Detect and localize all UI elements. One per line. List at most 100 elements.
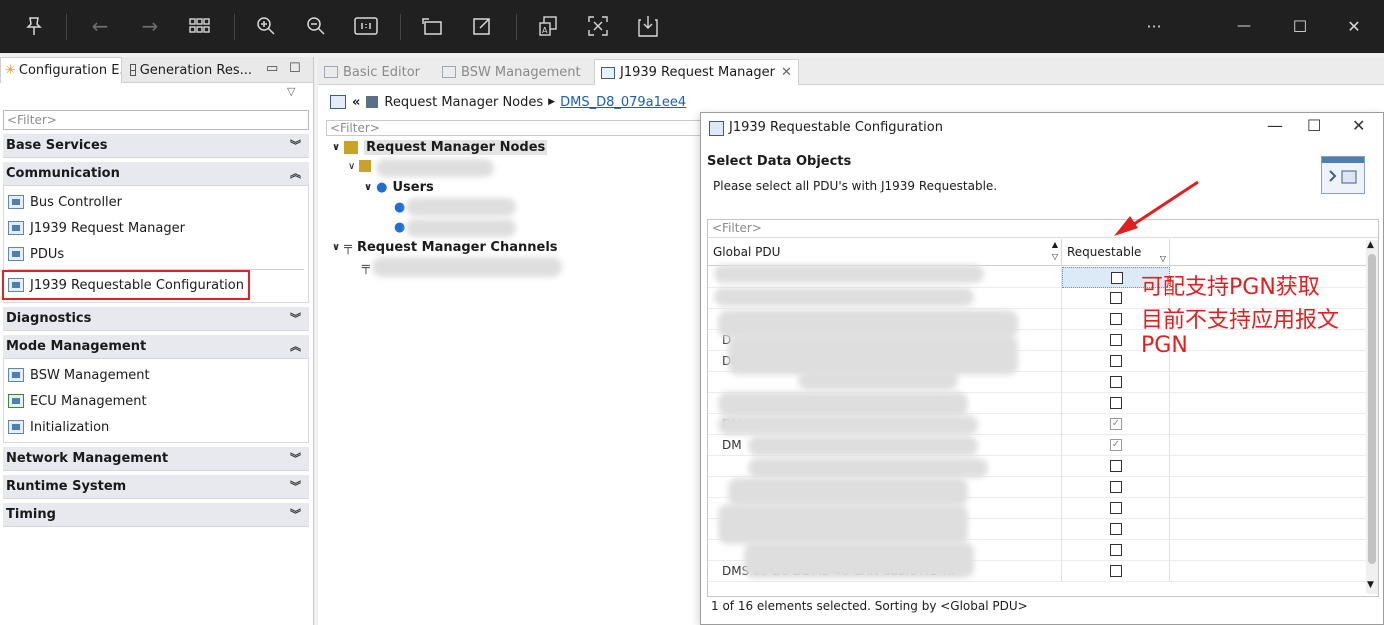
tree-toggle-icon[interactable] (330, 95, 346, 109)
tab-j1939-request-manager[interactable]: J1939 Request Manager ✕ (594, 59, 799, 85)
view-menu-icon[interactable]: ▽ (287, 85, 295, 98)
breadcrumb-link[interactable]: DMS_D8_079a1ee4 (560, 95, 686, 110)
table-filter-input[interactable]: <Filter> (708, 220, 1378, 238)
tree-node-user-1[interactable]: ● (394, 200, 405, 215)
edit-icon[interactable] (468, 12, 496, 40)
expand-icon[interactable]: ︾ (290, 134, 301, 158)
minimize-view-icon[interactable]: ▭ (266, 61, 278, 76)
section-communication[interactable]: Communication ︽ (3, 162, 309, 186)
section-runtime-system[interactable]: Runtime System ︾ (3, 475, 309, 499)
filter-input[interactable]: <Filter> (3, 110, 309, 130)
expand-icon[interactable]: ︾ (290, 475, 301, 499)
tab-generation-results[interactable]: Generation Res... (126, 57, 252, 83)
vertical-scrollbar[interactable]: ▲ ▼ (1366, 240, 1378, 594)
column-global-pdu[interactable]: Global PDU ▲ ▽ (708, 239, 1062, 266)
pin-icon[interactable] (20, 12, 48, 40)
requestable-cell: ✓ (1062, 414, 1170, 435)
item-j1939-requestable-configuration[interactable]: J1939 Requestable Configuration (2, 270, 250, 300)
item-bsw-management[interactable]: BSW Management (8, 364, 150, 386)
close-tab-icon[interactable]: ✕ (781, 65, 792, 80)
requestable-checkbox[interactable] (1111, 272, 1123, 284)
maximize-view-icon[interactable]: ☐ (289, 61, 301, 76)
forward-icon[interactable]: → (136, 12, 164, 40)
chevron-down-icon[interactable]: ∨ (332, 242, 340, 253)
zoom-in-icon[interactable] (252, 12, 280, 40)
tree-node-user-2[interactable]: ● (394, 220, 405, 235)
item-label: ECU Management (30, 393, 147, 409)
requestable-checkbox[interactable] (1110, 523, 1122, 535)
sort-filter-icon[interactable]: ▲ ▽ (1052, 239, 1058, 263)
fit-icon[interactable] (352, 12, 380, 40)
requestable-checkbox[interactable] (1110, 481, 1122, 493)
translate-icon[interactable]: A (534, 12, 562, 40)
chevron-down-icon[interactable]: ∨ (348, 161, 355, 172)
item-ecu-management[interactable]: ECU Management (8, 390, 147, 412)
requestable-checkbox[interactable] (1110, 376, 1122, 388)
save-icon[interactable] (634, 12, 662, 40)
section-timing[interactable]: Timing ︾ (3, 503, 309, 527)
tree-node-users[interactable]: ∨ ● Users (364, 180, 434, 195)
column-requestable[interactable]: Requestable ▽ (1062, 239, 1170, 266)
chevron-down-icon[interactable]: ∨ (364, 182, 372, 193)
requestable-checkbox[interactable] (1110, 565, 1122, 577)
minimize-icon[interactable]: — (1230, 12, 1258, 40)
item-label: J1939 Request Manager (30, 220, 185, 236)
expand-icon[interactable]: ︾ (290, 447, 301, 471)
expand-icon[interactable]: ︾ (290, 307, 301, 331)
more-icon[interactable]: ··· (1140, 12, 1168, 40)
section-diagnostics[interactable]: Diagnostics ︾ (3, 307, 309, 331)
ecu-management-icon (8, 394, 24, 408)
redacted-text (718, 392, 968, 416)
tree-node-request-manager-nodes[interactable]: ∨ Request Manager Nodes (332, 140, 548, 155)
close-icon[interactable]: ✕ (1340, 12, 1368, 40)
collapse-icon[interactable]: ︽ (290, 162, 301, 186)
tree-filter-input[interactable]: <Filter> (326, 120, 706, 136)
tab-bsw-management[interactable]: BSW Management (442, 59, 581, 85)
requestable-checkbox[interactable]: ✓ (1110, 418, 1122, 430)
scroll-up-icon[interactable]: ▲ (1367, 240, 1374, 250)
item-pdus[interactable]: PDUs (8, 243, 64, 265)
requestable-checkbox[interactable] (1110, 460, 1122, 472)
requestable-checkbox[interactable] (1110, 397, 1122, 409)
tree-node-ecu[interactable]: ∨ (348, 160, 375, 172)
maximize-icon[interactable]: ☐ (1286, 12, 1314, 40)
tab-basic-editor[interactable]: Basic Editor (324, 59, 420, 85)
requestable-checkbox[interactable] (1110, 292, 1122, 304)
dialog-maximize-icon[interactable]: ☐ (1307, 116, 1321, 135)
section-mode-management[interactable]: Mode Management ︽ (3, 335, 309, 359)
toolbar-separator (66, 14, 67, 40)
requestable-checkbox[interactable]: ✓ (1110, 439, 1122, 451)
dialog-title: J1939 Requestable Configuration (729, 120, 943, 135)
chevron-down-icon[interactable]: ∨ (332, 142, 340, 153)
dialog-minimize-icon[interactable]: — (1267, 116, 1283, 135)
requestable-checkbox[interactable] (1110, 313, 1122, 325)
section-label: Runtime System (6, 479, 127, 494)
tab-configuration-editor[interactable]: ✳ Configuration E... (0, 57, 122, 83)
screenshot-icon[interactable] (584, 12, 612, 40)
folder-icon (344, 141, 359, 154)
item-initialization[interactable]: Initialization (8, 416, 109, 438)
requestable-checkbox[interactable] (1110, 502, 1122, 514)
zoom-out-icon[interactable] (302, 12, 330, 40)
requestable-checkbox[interactable] (1110, 334, 1122, 346)
requestable-checkbox[interactable] (1110, 355, 1122, 367)
tree-node-channel[interactable]: ╤ (362, 260, 370, 275)
breadcrumb-node[interactable]: Request Manager Nodes (384, 95, 543, 110)
scroll-down-icon[interactable]: ▼ (1367, 580, 1374, 590)
back-icon[interactable]: ← (86, 12, 114, 40)
section-base-services[interactable]: Base Services ︾ (3, 134, 309, 158)
scroll-thumb[interactable] (1368, 254, 1376, 564)
collapse-left-icon[interactable]: « (352, 95, 360, 110)
tree-node-request-manager-channels[interactable]: ∨ ╤ Request Manager Channels (332, 240, 558, 255)
channel-icon: ╤ (362, 260, 370, 275)
collapse-icon[interactable]: ︽ (290, 335, 301, 359)
rotate-icon[interactable] (418, 12, 446, 40)
expand-icon[interactable]: ︾ (290, 503, 301, 527)
grid-icon[interactable] (186, 12, 214, 40)
requestable-checkbox[interactable] (1110, 544, 1122, 556)
item-bus-controller[interactable]: Bus Controller (8, 191, 122, 213)
item-j1939-request-manager[interactable]: J1939 Request Manager (8, 217, 185, 239)
section-network-management[interactable]: Network Management ︾ (3, 447, 309, 471)
dialog-close-icon[interactable]: ✕ (1352, 116, 1365, 135)
section-label: Diagnostics (6, 311, 92, 326)
